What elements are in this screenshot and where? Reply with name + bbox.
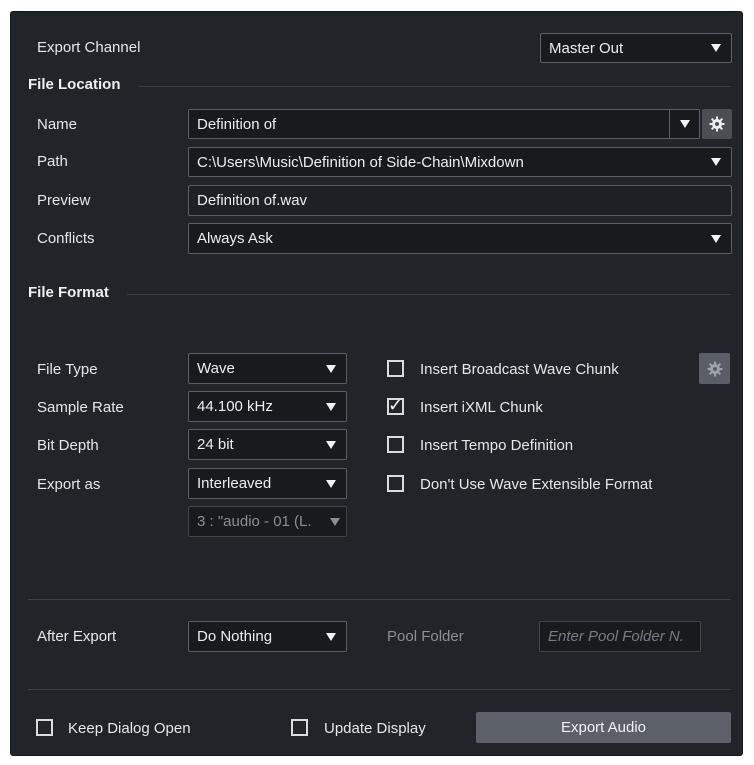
insert-ixml-chunk-checkbox[interactable]: ✓ [387,395,404,415]
pool-folder-label: Pool Folder [387,628,464,645]
file-location-divider [139,86,731,87]
file-type-label: File Type [37,361,98,378]
update-display-label: Update Display [324,720,426,737]
export-as-select[interactable]: Interleaved [188,468,347,499]
export-channel-select[interactable]: Master Out [540,33,732,63]
insert-broadcast-wave-chunk-checkbox[interactable] [387,360,404,377]
dropdown-arrow-icon [326,402,336,411]
conflicts-select[interactable]: Always Ask [188,223,732,254]
sample-rate-label: Sample Rate [37,399,124,416]
dropdown-arrow-icon [711,234,721,243]
dropdown-arrow-icon [679,120,690,128]
wave-chunk-settings-button[interactable] [699,353,730,384]
insert-tempo-definition-checkbox[interactable] [387,436,404,453]
name-presets-dropdown[interactable] [669,109,700,139]
name-label: Name [37,116,78,133]
check-icon: ✓ [388,395,404,415]
name-input[interactable]: Definition of [188,109,672,139]
file-location-heading: File Location [28,76,121,93]
gear-icon [707,361,722,376]
update-display-checkbox[interactable] [291,719,308,736]
after-export-select[interactable]: Do Nothing [188,621,347,652]
export-as-label: Export as [37,476,101,493]
export-audio-button[interactable]: Export Audio [476,712,731,743]
dont-use-wave-extensible-label: Don't Use Wave Extensible Format [420,476,653,493]
gear-icon [709,116,725,132]
keep-dialog-open-checkbox[interactable] [36,719,53,736]
sample-rate-select[interactable]: 44.100 kHz [188,391,347,422]
bit-depth-label: Bit Depth [37,437,99,454]
dropdown-arrow-icon [711,158,721,166]
dont-use-wave-extensible-checkbox[interactable] [387,475,404,492]
name-settings-button[interactable] [702,109,732,139]
insert-broadcast-wave-chunk-label: Insert Broadcast Wave Chunk [420,361,619,378]
conflicts-label: Conflicts [37,230,95,247]
preview-label: Preview [37,192,91,209]
footer-divider [28,689,731,690]
channel-select: 3 : "audio - 01 (L. [188,506,347,537]
dropdown-arrow-icon [711,44,721,52]
keep-dialog-open-label: Keep Dialog Open [68,720,191,737]
export-channel-label: Export Channel [37,39,141,56]
path-label: Path [37,153,68,170]
file-format-heading: File Format [28,284,109,301]
after-export-divider [28,599,731,600]
insert-tempo-definition-label: Insert Tempo Definition [420,437,574,454]
dropdown-arrow-icon [326,440,336,449]
file-type-select[interactable]: Wave [188,353,347,384]
after-export-label: After Export [37,628,117,645]
dropdown-arrow-icon [326,364,336,373]
dropdown-arrow-icon [330,517,340,526]
insert-ixml-chunk-label: Insert iXML Chunk [420,399,543,416]
dropdown-arrow-icon [326,632,336,641]
pool-folder-input: Enter Pool Folder N. [539,621,701,652]
preview-field: Definition of.wav [188,185,732,216]
export-audio-dialog: Export Channel Master Out File Location … [10,11,743,756]
dropdown-arrow-icon [326,479,336,488]
bit-depth-select[interactable]: 24 bit [188,429,347,460]
path-select[interactable]: C:\Users\Music\Definition of Side-Chain\… [188,147,732,177]
file-format-divider [127,294,731,295]
